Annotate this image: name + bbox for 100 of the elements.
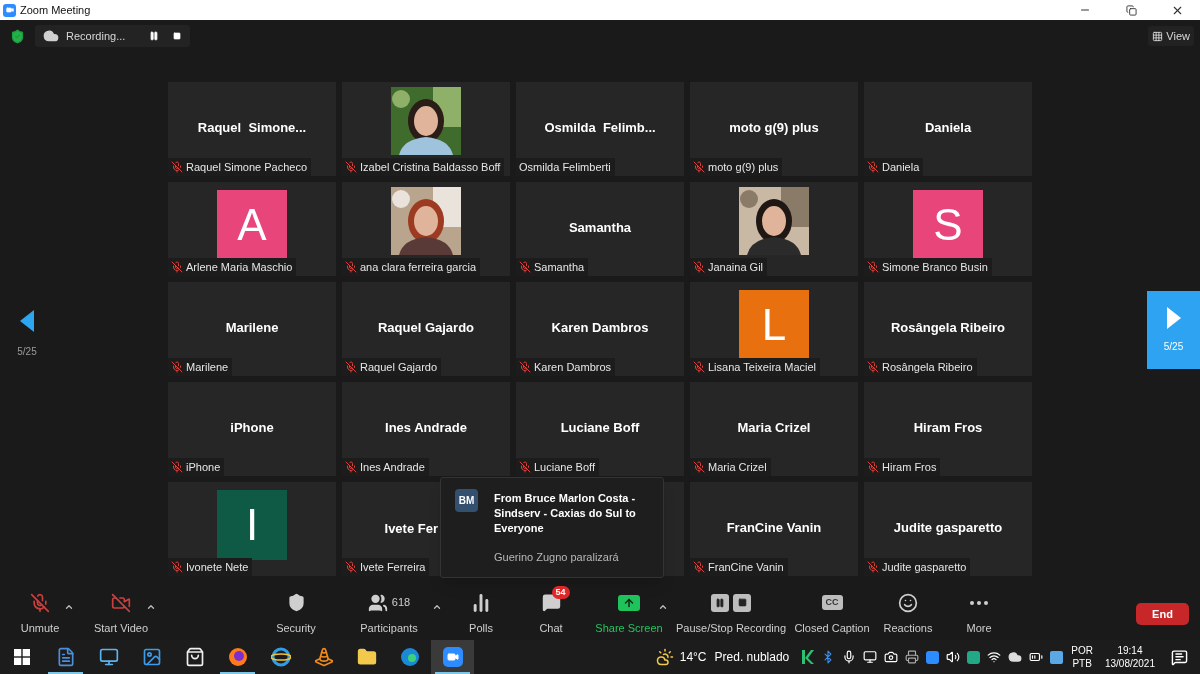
muted-mic-icon [867, 161, 879, 173]
participant-label: Karen Dambros [534, 359, 612, 375]
participant-label: Rosângela Ribeiro [882, 359, 973, 375]
muted-mic-icon [345, 461, 357, 473]
app-tray-icon[interactable] [967, 650, 981, 664]
toolbar-button[interactable]: Pause/Stop Recording [674, 589, 788, 639]
participant-label: Osmilda Felimberti [519, 159, 611, 175]
printer-icon[interactable] [905, 650, 920, 664]
chat-notification[interactable]: BM From Bruce Marlon Costa - Sindserv - Caxias do Sul to Everyone Guerino Zugno paralizará [440, 477, 664, 578]
muted-mic-icon [867, 561, 879, 573]
avatar: S [913, 190, 983, 260]
participant-label: FranCine Vanin [708, 559, 784, 575]
participant-label: Raquel Gajardo [360, 359, 438, 375]
toolbar-button[interactable]: 54 Chat [518, 589, 584, 639]
folder-icon [356, 647, 377, 667]
muted-mic-icon [171, 561, 183, 573]
video-camera-icon[interactable] [926, 650, 940, 664]
taskbar-app[interactable] [431, 640, 474, 674]
muted-mic-icon [345, 561, 357, 573]
muted-mic-icon [171, 161, 183, 173]
toolbar-button[interactable]: Unmute [0, 589, 80, 639]
toolbar-button[interactable]: Polls [444, 589, 518, 639]
participant-label: Raquel Simone Pacheco [186, 159, 308, 175]
muted-mic-icon [345, 261, 357, 273]
participant-name: Raquel Gajardo [377, 319, 475, 338]
muted-mic-icon [867, 461, 879, 473]
page-indicator: 5/25 [17, 344, 37, 359]
participant-label: Luciane Boff [534, 459, 595, 475]
participant-name: Rosângela Ribeiro [890, 319, 1006, 338]
shopping-bag-icon [184, 647, 205, 667]
participant-name: Daniela [924, 119, 972, 138]
battery-icon[interactable] [1029, 650, 1044, 664]
participant-count: 618 [391, 595, 411, 611]
participant-label: iPhone [186, 459, 221, 475]
stop-button[interactable] [173, 32, 182, 40]
speaker-icon[interactable] [946, 650, 961, 664]
caret-icon[interactable] [432, 602, 442, 612]
muted-mic-icon [693, 361, 705, 373]
muted-mic-icon [171, 261, 183, 273]
muted-mic-icon [519, 261, 531, 273]
shield-icon [10, 28, 25, 44]
toolbar-button[interactable]: Reactions [876, 589, 940, 639]
monitor-icon [98, 647, 119, 667]
participant-name: moto g(9) plus [729, 119, 819, 138]
caret-icon[interactable] [64, 602, 74, 612]
temperature: 14°C [679, 649, 707, 666]
language-indicator[interactable]: POR PTB [1071, 644, 1093, 670]
end-button[interactable]: End [1136, 603, 1189, 625]
toolbar-button[interactable]: More [940, 589, 1018, 639]
participant-name: Luciane Boff [560, 419, 640, 438]
participant-label: Maria Crizel [708, 459, 767, 475]
camera-icon[interactable] [884, 650, 899, 664]
view-button[interactable]: View [1148, 26, 1194, 46]
next-arrow-icon [1166, 306, 1181, 329]
muted-mic-icon [30, 592, 50, 613]
cloud-icon[interactable] [1008, 650, 1023, 664]
toolbar-button[interactable]: CC Closed Caption [788, 589, 876, 639]
participant-name: Osmilda Felimb... [544, 119, 656, 138]
wifi-icon[interactable] [987, 650, 1002, 664]
sender-avatar: BM [455, 489, 478, 512]
notification-icon[interactable] [1171, 648, 1188, 666]
pause-button[interactable] [149, 31, 160, 41]
muted-mic-icon [693, 161, 705, 173]
participant-label: Marilene [186, 359, 229, 375]
toolbar-button[interactable]: Share Screen [584, 589, 674, 639]
participant-label: Izabel Cristina Baldasso Boff [360, 159, 501, 175]
cone-icon [313, 647, 334, 667]
toolbar-button[interactable]: 618 Participants [334, 589, 444, 639]
participant-name: FranCine Vanin [726, 519, 822, 538]
caret-icon[interactable] [146, 602, 156, 612]
toolbar-button[interactable]: Start Video [80, 589, 162, 639]
previous-page-arrow[interactable] [20, 309, 34, 332]
cloud-recording-icon [43, 28, 59, 44]
toolbar-button[interactable]: Security [258, 589, 334, 639]
stop-icon [733, 593, 751, 612]
participant-label: moto g(9) plus [708, 159, 779, 175]
share-screen-icon [618, 594, 640, 611]
avatar: A [217, 190, 287, 260]
participant-label: Judite gasparetto [882, 559, 967, 575]
participant-label: Daniela [882, 159, 920, 175]
participant-label: Ines Andrade [360, 459, 425, 475]
participant-name: Maria Crizel [737, 419, 811, 438]
pause-icon [711, 593, 729, 612]
caret-icon[interactable] [658, 602, 668, 612]
app-tray-icon[interactable] [801, 650, 815, 664]
weather-icon [655, 648, 674, 666]
muted-mic-icon [693, 461, 705, 473]
participant-label: Simone Branco Busin [882, 259, 988, 275]
participant-name: Ivete Fer [384, 520, 438, 539]
app-tray-icon[interactable] [1050, 650, 1064, 664]
participant-label: Lisana Teixeira Maciel [708, 359, 817, 375]
muted-mic-icon [171, 461, 183, 473]
photo-icon [141, 647, 162, 667]
muted-mic-icon [867, 261, 879, 273]
microphone-icon[interactable] [842, 650, 857, 664]
video-camera-icon [442, 647, 463, 667]
weather-text: Pred. nublado [714, 649, 790, 666]
clock[interactable]: 19:14 13/08/2021 [1104, 644, 1155, 670]
participant-name: Samantha [568, 219, 632, 238]
monitor-icon[interactable] [863, 650, 878, 664]
